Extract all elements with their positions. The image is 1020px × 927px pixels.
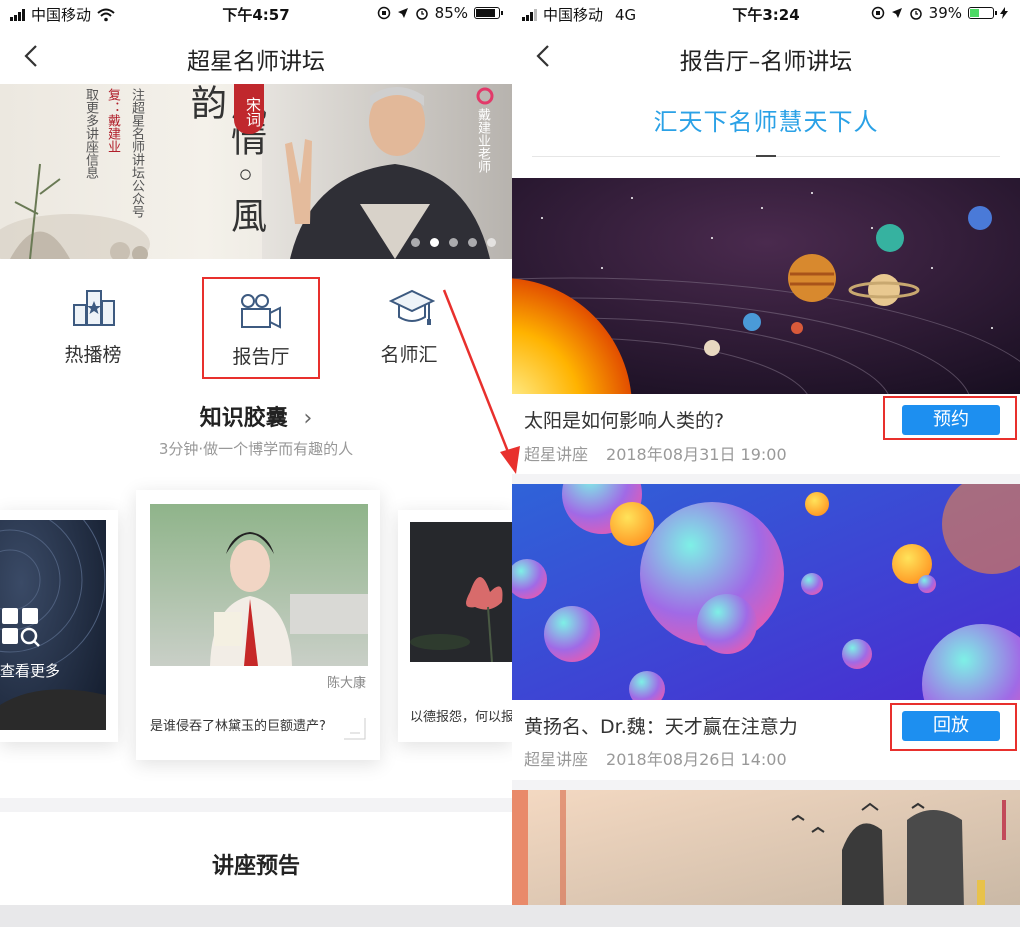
banner-seal: 宋词 (234, 84, 264, 134)
banner-carousel[interactable]: 取更多讲座信息 复：戴建业 注超星名师讲坛公众号 風情◦風韵 宋词 戴建业老师 (0, 84, 512, 259)
lecture-meta: 超星讲座 2018年08月31日 19:00 (524, 441, 787, 465)
battery-icon (968, 7, 997, 19)
lecture-source: 超星讲座 (524, 445, 589, 464)
alarm-icon (909, 8, 922, 20)
see-more-label: 查看更多 (0, 662, 61, 680)
replay-button[interactable]: 回放 (902, 711, 1000, 741)
left-phone-screen: 中国移动 下午4:57 85% 超星名师讲坛 取更多讲座信息 复：戴建业 注超星… (0, 0, 512, 927)
section-divider (0, 798, 512, 812)
lecture-title[interactable]: 太阳是如何影响人类的? (524, 406, 724, 433)
right-phone-screen: 中国移动 4G 下午3:24 39% 报告厅–名师讲坛 汇天下名师慧天下人 太阳… (512, 0, 1020, 927)
bottom-gray-bar (0, 905, 1020, 927)
lotus-image (410, 522, 512, 662)
category-lecture-hall[interactable]: 报告厅 (202, 277, 320, 379)
lecture-preview-title: 讲座预告 (211, 854, 300, 879)
lecture-source: 超星讲座 (524, 750, 589, 769)
category-famous-teachers[interactable]: 名师汇 (344, 275, 474, 375)
list-separator (512, 474, 1020, 484)
alarm-icon (415, 8, 428, 20)
orientation-lock-icon (377, 6, 390, 20)
lecture-datetime: 2018年08月31日 19:00 (606, 445, 787, 464)
card-author: 陈大康 (326, 676, 366, 691)
location-icon (397, 8, 408, 18)
card-caption: 以德报怨，何以报 (410, 710, 512, 725)
banner-side-text: 取更多讲座信息 (83, 88, 98, 179)
graduation-cap-icon (389, 289, 435, 325)
slogan: 汇天下名师慧天下人 (653, 108, 879, 136)
star-trails-image (0, 520, 106, 730)
lecture-datetime: 2018年08月26日 14:00 (606, 750, 787, 769)
page-title: 报告厅–名师讲坛 (679, 49, 853, 75)
lin-daiyu-image (150, 504, 368, 666)
lecture-meta: 超星讲座 2018年08月26日 14:00 (524, 746, 787, 770)
knowledge-card[interactable]: 以德报怨，何以报 (398, 510, 512, 742)
corner-mark-icon (344, 718, 366, 740)
charging-icon (1000, 7, 1008, 19)
orientation-lock-icon (871, 6, 884, 20)
card-caption: 是谁侵吞了林黛玉的巨额遗产? (150, 719, 326, 734)
nav-bar: 超星名师讲坛 (0, 28, 512, 84)
lecture-title[interactable]: 黄扬名、Dr.魏：天才赢在注意力 (524, 712, 798, 739)
category-hot-ranking[interactable]: 热播榜 (28, 275, 158, 375)
category-label: 名师汇 (380, 344, 438, 366)
category-label: 热播榜 (64, 344, 122, 366)
chevron-right-icon: › (303, 406, 313, 431)
trophy-icon (73, 290, 115, 326)
banner-side-text: 注超星名师讲坛公众号 (129, 88, 144, 218)
nav-bar: 报告厅–名师讲坛 (512, 28, 1020, 84)
category-label: 报告厅 (232, 346, 290, 368)
status-bar: 中国移动 4G 下午3:24 39% (512, 0, 1020, 28)
page-title: 超星名师讲坛 (187, 49, 325, 75)
knowledge-card[interactable]: 陈大康 是谁侵吞了林黛玉的巨额遗产? (136, 490, 380, 760)
reserve-button[interactable]: 预约 (902, 405, 1000, 435)
knowledge-capsule-subtitle: 3分钟·做一个博学而有趣的人 (158, 440, 354, 458)
knowledge-capsule-header[interactable]: 知识胶囊 › (0, 400, 512, 432)
banner-lecturer-name: 戴建业老师 (475, 108, 490, 173)
list-separator (512, 780, 1020, 790)
banner-side-text: 复：戴建业 (105, 88, 120, 153)
see-more-card[interactable]: 查看更多 (0, 510, 118, 742)
category-icon-row: 热播榜 报告厅 名师汇 (0, 275, 512, 385)
carousel-dots (411, 238, 496, 247)
solar-system-image[interactable] (512, 178, 1020, 394)
battery-percent: 85% (434, 4, 468, 22)
location-icon (891, 8, 902, 18)
camera-icon (241, 294, 281, 329)
knowledge-capsule-title: 知识胶囊 (199, 406, 288, 431)
battery-percent: 39% (928, 4, 962, 22)
slogan-divider-mark (756, 155, 776, 157)
surreal-city-image[interactable] (512, 790, 1020, 910)
battery-icon (474, 7, 503, 19)
status-bar: 中国移动 下午4:57 85% (0, 0, 512, 28)
bubbles-image[interactable] (512, 484, 1020, 700)
